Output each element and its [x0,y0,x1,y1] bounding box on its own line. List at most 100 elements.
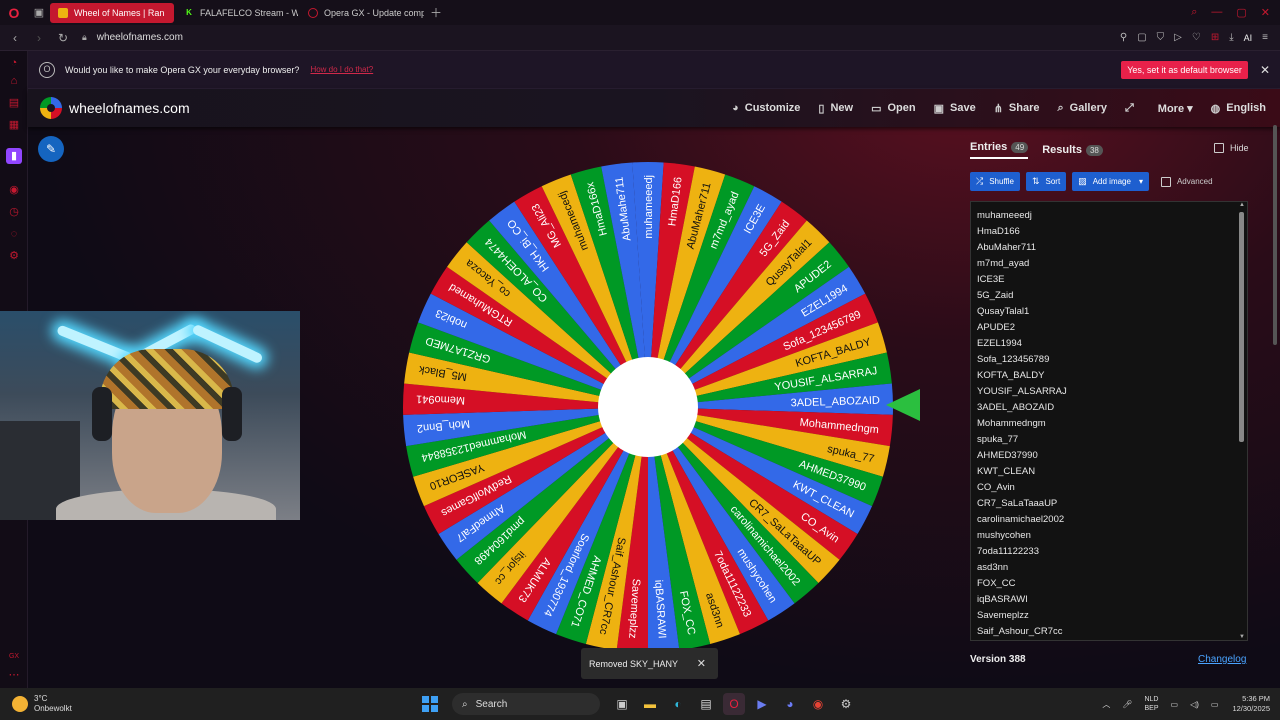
scroll-down-icon[interactable]: ▼ [1238,634,1246,640]
volume-icon[interactable]: ◁) [1190,700,1199,709]
task-view-icon[interactable]: ▣ [611,693,633,715]
language-indicator[interactable]: NLD BEP [1144,695,1158,713]
file-explorer-icon[interactable]: ▬ [639,693,661,715]
menu-gallery-button[interactable]: ⌕ Gallery [1058,102,1107,115]
entry-line[interactable]: CO_Avin [971,480,1247,496]
menu-english-button[interactable]: ◍ English [1211,102,1266,115]
hide-checkbox-box[interactable] [1214,143,1224,153]
ai-button[interactable]: AI [1244,33,1253,43]
chrome-icon[interactable]: ◉ [807,693,829,715]
set-default-button[interactable]: Yes, set it as default browser [1121,60,1248,79]
entry-line[interactable]: KWT_CLEAN [971,464,1247,480]
entries-scrollbar[interactable]: ▲ ▼ [1238,202,1246,640]
menu-open-button[interactable]: ▭ Open [871,102,916,115]
entry-line[interactable]: m7md_ayad [971,256,1247,272]
clock[interactable]: 5:36 PM 12/30/2025 [1232,694,1270,714]
network-icon[interactable]: ▭ [1171,700,1179,709]
start-icon[interactable] [422,696,438,712]
browser-tab-falafelco[interactable]: K FALAFELCO Stream - Wat [176,3,298,23]
entry-line[interactable]: YOUSIF_ALSARRAJ [971,384,1247,400]
entry-line[interactable]: mushycohen [971,528,1247,544]
entry-line[interactable]: 3ADEL_ABOZAID [971,400,1247,416]
shuffle-button[interactable]: ⤮ Shuffle [970,172,1020,191]
wheel-svg[interactable]: muhameeedj HmaD166 AbuMaher711m7md_ayad ICE… [398,157,898,657]
menu-new-button[interactable]: ▯ New [818,102,853,115]
close-infobar-icon[interactable]: ✕ [1260,63,1270,77]
entry-line[interactable]: EZEL1994 [971,336,1247,352]
wheel-center-hub[interactable] [598,357,698,457]
entry-line[interactable]: iqBASRAWI [971,592,1247,608]
microphone-icon[interactable]: 🎤︎ [1122,700,1132,709]
changelog-link[interactable]: Changelog [1198,654,1246,665]
entry-line[interactable]: 7oda11122233 [971,544,1247,560]
maximize-icon[interactable]: ▢ [1236,6,1246,19]
menu-fullscreen-button[interactable]: ⤢ [1125,102,1140,115]
entry-line[interactable]: HmaD166 [971,224,1247,240]
tab-entries[interactable]: Entries 49 [970,141,1029,159]
tray-chevron-icon[interactable]: ︿ [1102,699,1110,710]
scroll-up-icon[interactable]: ▲ [1238,202,1246,208]
entries-textarea[interactable]: muhameeedj HmaD166 AbuMaher711 m7md_ayad ICE… [970,201,1248,641]
app-icon[interactable]: ⚙ [835,693,857,715]
lock-icon[interactable]: 🔒︎ [82,32,87,43]
sort-button[interactable]: ⇅ Sort [1025,172,1067,191]
chat-icon[interactable]: ◌ [6,226,22,242]
tab-results[interactable]: Results 38 [1042,144,1103,156]
tab-manager-icon[interactable]: ▣ [28,0,50,25]
edge-icon[interactable]: ◐ [667,693,689,715]
browser-tab-wheel[interactable]: Wheel of Names | Ran [50,2,174,23]
twitch-icon[interactable]: ▮ [6,148,22,164]
minimize-icon[interactable]: — [1211,6,1222,19]
opera-logo-icon[interactable]: O [0,0,28,25]
how-to-link[interactable]: How do I do that? [310,65,373,74]
site-title[interactable]: wheelofnames.com [69,100,190,116]
add-image-button[interactable]: ▨ Add image ▾ [1072,172,1149,191]
menu-more-button[interactable]: More ▾ [1158,102,1193,115]
entry-line[interactable]: 5G_Zaid [971,288,1247,304]
hide-checkbox[interactable]: Hide [1214,143,1249,153]
entry-line[interactable]: FOX_CC [971,576,1247,592]
battery-icon[interactable]: ▭ [1211,700,1219,709]
advanced-checkbox[interactable]: Advanced [1160,176,1213,187]
close-window-icon[interactable]: ✕ [1261,6,1270,19]
player-icon[interactable]: ◉ [6,182,22,198]
cast-icon[interactable]: ▷ [1174,32,1182,43]
entry-line[interactable]: asd3nn [971,560,1247,576]
news-icon[interactable]: ▦ [6,117,22,133]
history-icon[interactable]: ◷ [6,204,22,220]
menu-share-button[interactable]: ⋔ Share [994,102,1040,115]
forward-icon[interactable]: › [30,31,48,45]
entry-line[interactable]: Saif_Ashour_CR7cc [971,624,1247,640]
wheel[interactable]: muhameeedj HmaD166 AbuMaher711 m7md_ayad ICE… [398,157,898,657]
opera-gx-icon[interactable]: O [723,693,745,715]
wallet-icon[interactable]: ⊞ [1211,32,1219,43]
entry-line[interactable]: Savemeplzz [971,608,1247,624]
video-app-icon[interactable]: ▶ [751,693,773,715]
menu-save-button[interactable]: ▣ Save [934,102,976,115]
entry-line[interactable]: Sofa_123456789 [971,352,1247,368]
new-tab-button[interactable]: ＋ [430,4,442,21]
entry-line[interactable]: CR7_SaLaTaaaUP [971,496,1247,512]
store-icon[interactable]: ▤ [695,693,717,715]
settings-icon[interactable]: ⚙ [6,248,22,264]
gx-control-icon[interactable]: ◔ [6,55,22,71]
entry-line[interactable]: spuka_77 [971,432,1247,448]
pin-icon[interactable]: ⚲ [1120,32,1127,43]
back-icon[interactable]: ‹ [6,31,24,45]
entry-line[interactable]: carolinamichael2002 [971,512,1247,528]
entry-line[interactable]: ICE3E [971,272,1247,288]
entry-line[interactable]: muhameeedj [971,208,1247,224]
edit-pencil-button[interactable]: ✎ [38,136,64,162]
entry-line[interactable]: KOFTA_BALDY [971,368,1247,384]
discord-icon[interactable]: ◕ [779,693,801,715]
page-scroll-thumb[interactable] [1273,125,1277,345]
weather-widget[interactable]: 3°C Onbewolkt [12,694,72,714]
download-icon[interactable]: ⤓ [1229,32,1233,43]
close-toast-icon[interactable]: ✕ [697,657,706,670]
advanced-checkbox-box[interactable] [1160,176,1171,187]
entry-line[interactable]: APUDE2 [971,320,1247,336]
url-field[interactable]: wheelofnames.com [97,32,183,43]
entry-line[interactable]: Mohammedngm [971,416,1247,432]
entry-line[interactable]: AHMED37990 [971,448,1247,464]
search-tabs-icon[interactable]: ⌕ [1191,6,1197,19]
